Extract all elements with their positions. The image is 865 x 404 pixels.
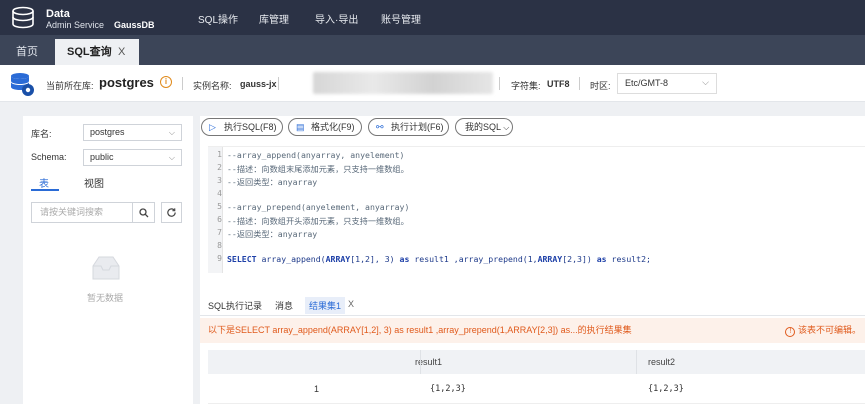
divider <box>499 77 500 90</box>
line-number: 9 <box>217 254 222 263</box>
brand-subtitle: Admin Service <box>46 20 105 30</box>
play-icon: ▷ <box>209 122 216 132</box>
table-cell[interactable]: {1,2,3} <box>648 384 684 394</box>
schema-select[interactable]: public ⌵ <box>83 149 182 166</box>
code-line: --array_prepend(anyelement, anyarray) <box>227 202 410 212</box>
result-tab-bar: SQL执行记录 消息 结果集1 X <box>200 292 865 316</box>
data-admin-logo-icon <box>12 6 34 29</box>
code-line: --描述：向数组末尾添加元素，只支持一维数组。 <box>227 164 409 174</box>
sql-editor-area: ▷ 执行SQL(F8) ▤ 格式化(F9) ⚯ 执行计划(F6) 我的SQL ⌵… <box>200 116 865 404</box>
code-line-sql: SELECT array_append(ARRAY[1,2], 3) as re… <box>227 254 651 264</box>
run-sql-button[interactable]: ▷ 执行SQL(F8) <box>201 118 283 136</box>
schema-select-value: public <box>90 152 114 162</box>
explain-plan-label: 执行计划(F6) <box>391 122 444 132</box>
tab-result-set-1[interactable]: 结果集1 <box>305 297 346 314</box>
tab-sql-history[interactable]: SQL执行记录 <box>208 299 262 312</box>
timezone-value: Etc/GMT-8 <box>625 78 669 88</box>
explain-plan-button[interactable]: ⚯ 执行计划(F6) <box>368 118 449 136</box>
info-icon: ! <box>785 327 796 337</box>
tab-sql-query[interactable]: SQL查询 X <box>55 39 139 65</box>
active-tab-indicator <box>31 189 59 191</box>
result-table-header: result1 result2 <box>208 350 865 374</box>
search-icon[interactable] <box>132 203 154 222</box>
timezone-label: 时区: <box>590 81 611 91</box>
instance-info-bar: 当前所在库: postgres i 实例名称: gauss-jx 字符集: UT… <box>0 65 865 102</box>
db-select[interactable]: postgres ⌵ <box>83 124 182 141</box>
empty-inbox-icon <box>92 256 120 280</box>
line-number: 2 <box>217 163 222 172</box>
search-placeholder: 请按关键词搜索 <box>40 207 104 217</box>
charset-label: 字符集: <box>511 81 541 91</box>
table-row[interactable]: 1 {1,2,3} {1,2,3} <box>208 374 865 404</box>
chevron-down-icon: ⌵ <box>168 153 175 162</box>
code-line: --描述：向数组开头添加元素，只支持一维数组。 <box>227 216 409 226</box>
nav-import-export[interactable]: 导入·导出 <box>315 11 358 26</box>
divider <box>579 77 580 90</box>
my-sql-dropdown[interactable]: 我的SQL ⌵ <box>455 118 513 136</box>
redacted-info <box>313 72 493 94</box>
divider <box>278 77 279 90</box>
format-button[interactable]: ▤ 格式化(F9) <box>288 118 362 136</box>
tab-close-icon[interactable]: X <box>118 39 125 65</box>
code-line: --返回类型：anyarray <box>227 229 318 239</box>
nav-sql-operations[interactable]: SQL操作 <box>198 11 238 26</box>
result-message: 以下是SELECT array_append(ARRAY[1,2], 3) as… <box>208 325 632 335</box>
search-input[interactable]: 请按关键词搜索 <box>31 202 155 223</box>
divider <box>182 77 183 90</box>
line-number: 1 <box>217 150 222 159</box>
instance-name: gauss-jx <box>240 79 277 89</box>
brand-title: Data <box>46 8 70 20</box>
tab-messages[interactable]: 消息 <box>275 299 293 312</box>
tab-views[interactable]: 视图 <box>84 175 104 190</box>
chevron-down-icon: ⌵ <box>503 123 510 132</box>
result-message-bar: 以下是SELECT array_append(ARRAY[1,2], 3) as… <box>200 318 865 343</box>
current-db-label: 当前所在库: <box>46 81 94 91</box>
code-line: --返回类型：anyarray <box>227 177 318 187</box>
empty-state-text: 暂无数据 <box>87 293 124 303</box>
charset-value: UTF8 <box>547 79 570 89</box>
chevron-down-icon: ⌵ <box>168 128 175 137</box>
format-label: 格式化(F9) <box>311 122 355 132</box>
timezone-select[interactable]: Etc/GMT-8 ⌵ <box>617 73 717 94</box>
line-number: 8 <box>217 241 222 250</box>
nav-account-management[interactable]: 账号管理 <box>381 11 421 26</box>
run-sql-label: 执行SQL(F8) <box>224 122 277 132</box>
column-divider <box>636 350 637 374</box>
table-cell[interactable]: {1,2,3} <box>430 384 466 394</box>
column-header[interactable]: result2 <box>648 357 675 367</box>
tab-tables[interactable]: 表 <box>39 175 49 190</box>
nav-database-management[interactable]: 库管理 <box>259 11 289 26</box>
database-icon <box>11 73 34 96</box>
top-navbar: Data Admin Service GaussDB SQL操作 库管理 导入·… <box>0 0 865 35</box>
instance-label: 实例名称: <box>193 81 232 91</box>
page-tab-bar: 首页 SQL查询 X <box>0 35 865 65</box>
readonly-notice: ! 该表不可编辑。 <box>785 318 861 342</box>
readonly-text: 该表不可编辑。 <box>797 325 861 335</box>
row-index: 1 <box>314 384 320 394</box>
line-number: 3 <box>217 176 222 185</box>
line-number: 4 <box>217 189 222 198</box>
line-number: 5 <box>217 202 222 211</box>
code-editor[interactable]: 1 2 3 4 5 6 7 8 9 --array_append(anyarra… <box>208 146 865 273</box>
my-sql-label: 我的SQL <box>465 122 501 132</box>
refresh-icon[interactable] <box>161 202 182 223</box>
plan-icon: ⚯ <box>376 122 384 132</box>
close-icon[interactable]: X <box>348 299 354 309</box>
chevron-down-icon: ⌵ <box>702 77 709 87</box>
db-select-label: 库名: <box>31 129 52 139</box>
column-divider <box>420 350 421 374</box>
line-number: 6 <box>217 215 222 224</box>
schema-select-label: Schema: <box>31 152 67 162</box>
code-line: --array_append(anyarray, anyelement) <box>227 150 405 160</box>
line-number: 7 <box>217 228 222 237</box>
object-browser-panel: 库名: postgres ⌵ Schema: public ⌵ 表 视图 请按关… <box>23 116 193 404</box>
tab-home[interactable]: 首页 <box>0 39 54 65</box>
current-db-name: postgres <box>99 75 154 90</box>
info-icon[interactable]: i <box>160 76 172 88</box>
brand-product: GaussDB <box>114 20 155 30</box>
format-icon: ▤ <box>296 122 305 132</box>
tab-sql-query-label: SQL查询 <box>67 46 112 58</box>
db-select-value: postgres <box>90 127 125 137</box>
